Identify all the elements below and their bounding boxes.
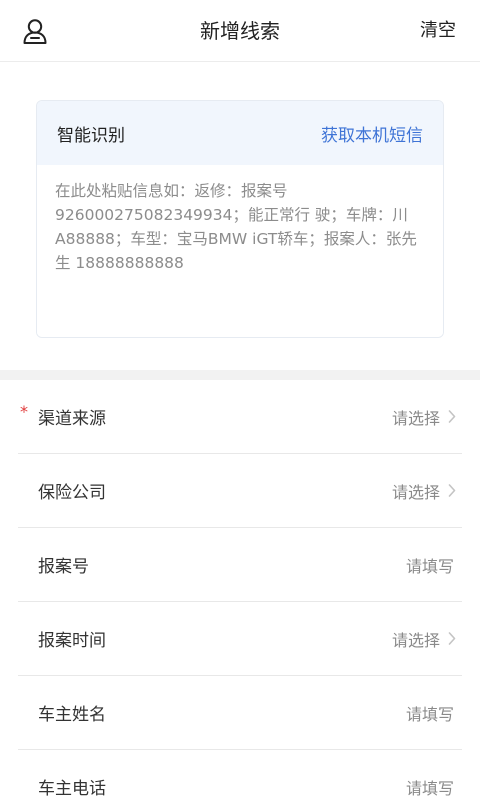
form-row-label: 车主姓名	[38, 705, 106, 725]
paste-info-textarea[interactable]	[37, 165, 443, 337]
form-row-owner-phone[interactable]: 车主电话 请填写	[18, 750, 462, 800]
lead-form: * 渠道来源 请选择 保险公司 请选择 报案号 请填写 报案时间 请选择 车主姓…	[0, 380, 480, 800]
form-row-label: 保险公司	[38, 483, 106, 503]
section-divider	[0, 370, 480, 380]
form-row-label: 报案时间	[38, 631, 106, 651]
form-row-value: 请填写	[405, 778, 454, 798]
smart-recognition-header: 智能识别 获取本机短信	[37, 101, 443, 165]
form-row-channel-source[interactable]: * 渠道来源 请选择	[18, 380, 462, 454]
clear-button[interactable]: 清空	[420, 0, 456, 62]
form-row-owner-name[interactable]: 车主姓名 请填写	[18, 676, 462, 750]
chevron-right-icon	[446, 410, 458, 423]
form-row-label: 报案号	[38, 557, 89, 577]
chevron-right-icon	[446, 632, 458, 645]
form-row-value: 请选择	[391, 482, 440, 502]
form-row-claim-time[interactable]: 报案时间 请选择	[18, 602, 462, 676]
user-button[interactable]	[18, 14, 52, 48]
get-sms-link[interactable]: 获取本机短信	[321, 121, 423, 146]
form-row-claim-number[interactable]: 报案号 请填写	[18, 528, 462, 602]
smart-recognition-card: 智能识别 获取本机短信	[36, 100, 444, 338]
form-row-value: 请填写	[405, 704, 454, 724]
form-row-value: 请选择	[391, 630, 440, 650]
form-row-insurance-company[interactable]: 保险公司 请选择	[18, 454, 462, 528]
smart-recognition-title: 智能识别	[57, 125, 125, 146]
form-row-label: 渠道来源	[38, 409, 106, 429]
form-row-value: 请填写	[405, 556, 454, 576]
page-title: 新增线索	[200, 19, 280, 43]
form-row-label: 车主电话	[38, 779, 106, 799]
chevron-right-icon	[446, 484, 458, 497]
user-outline-icon	[23, 19, 47, 44]
top-bar: 新增线索 清空	[0, 0, 480, 62]
required-mark: *	[20, 402, 28, 421]
form-row-value: 请选择	[391, 408, 440, 428]
